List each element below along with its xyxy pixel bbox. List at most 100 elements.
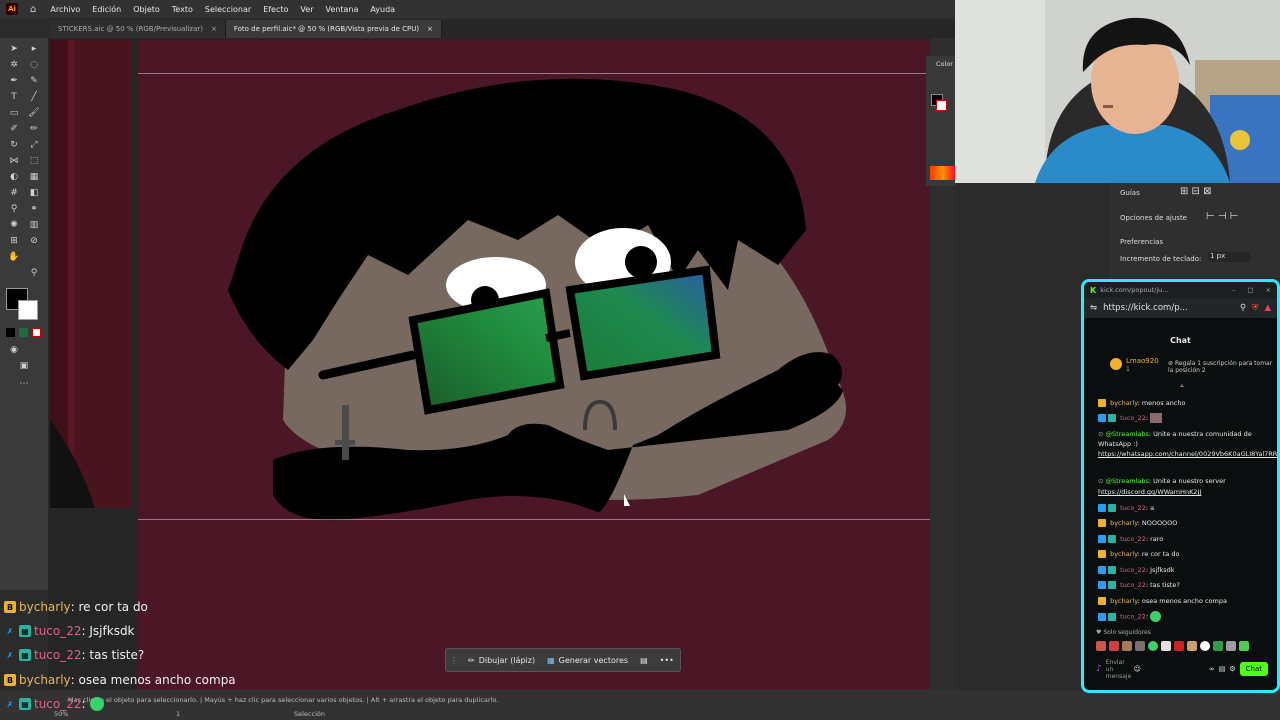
screen-mode-icon[interactable]: ▣ (18, 360, 30, 372)
emote-icon[interactable] (1187, 641, 1197, 651)
emote-icon[interactable] (1213, 641, 1223, 651)
chat-user[interactable]: tuco_22 (1120, 613, 1146, 621)
menu-seleccionar[interactable]: Seleccionar (205, 5, 251, 14)
rotate-tool-icon[interactable]: ↻ (8, 139, 20, 151)
gift-sub-prompt[interactable]: ⊛ Regala 1 suscripción para tomar la pos… (1168, 360, 1273, 374)
mic-icon[interactable]: ♪ (1096, 664, 1102, 674)
stroke-swatch[interactable] (18, 300, 38, 320)
adjacent-artboard[interactable] (50, 40, 131, 508)
chat-user[interactable]: @Streamlabs (1106, 477, 1149, 485)
snap-icons[interactable]: ⊢ ⊣ ⊢ (1206, 211, 1239, 222)
menu-edicion[interactable]: Edición (92, 5, 121, 14)
emote-icon[interactable] (1239, 641, 1249, 651)
close-icon[interactable]: × (1266, 286, 1271, 294)
url-text[interactable]: https://kick.com/p... (1103, 303, 1188, 313)
image-options-icon[interactable]: ▤ (634, 649, 654, 671)
emote-icon[interactable] (1109, 641, 1119, 651)
emote-icon[interactable] (1174, 641, 1184, 651)
selection-tool-icon[interactable]: ➤ (8, 43, 20, 55)
profile-illustration[interactable] (138, 40, 930, 690)
chat-link[interactable]: https://discord.gg/WWamHnK2JJ (1098, 487, 1268, 497)
draw-pencil-button[interactable]: ✏ Dibujar (lápiz) (462, 649, 541, 671)
curvature-tool-icon[interactable]: ✎ (28, 75, 40, 87)
paintbrush-icon[interactable]: 🖌 (28, 107, 40, 119)
color-mode-swatch-icon[interactable] (32, 328, 41, 337)
chat-user[interactable]: tuco_22 (1120, 535, 1146, 543)
maximize-icon[interactable]: □ (1247, 286, 1253, 294)
more-options-button[interactable]: ••• (654, 649, 680, 671)
chat-user[interactable]: bycharly (1110, 399, 1138, 407)
emote-icon[interactable] (1226, 641, 1236, 651)
slice-tool-icon[interactable]: ⊘ (28, 235, 40, 247)
color-spectrum[interactable] (930, 166, 956, 180)
brave-rewards-icon[interactable]: ▲ (1264, 303, 1271, 313)
store-icon[interactable]: ▤ (1219, 665, 1226, 673)
tab-foto-de-perfil[interactable]: Foto de perfil.aic* @ 50 % (RGB/Vista pr… (225, 20, 442, 38)
menu-efecto[interactable]: Efecto (263, 5, 288, 14)
settings-gear-icon[interactable]: ⚙ (1229, 665, 1235, 673)
artboard[interactable] (138, 40, 930, 690)
artboard-tool-icon[interactable]: ⊞ (8, 235, 20, 247)
brave-shield-icon[interactable]: ⛨ (1252, 303, 1258, 313)
search-icon[interactable]: ⚲ (1240, 303, 1246, 313)
menu-ayuda[interactable]: Ayuda (370, 5, 395, 14)
send-chat-button[interactable]: Chat (1239, 662, 1268, 676)
gradient-tool-icon[interactable]: ◧ (28, 187, 40, 199)
direct-selection-tool-icon[interactable]: ▸ (28, 43, 40, 55)
column-graph-icon[interactable]: ▥ (28, 219, 40, 231)
pen-tool-icon[interactable]: ✒ (8, 75, 20, 87)
perspective-grid-icon[interactable]: ▦ (28, 171, 40, 183)
emote-icon[interactable] (1122, 641, 1132, 651)
zoom-tool-icon[interactable]: ⚲ (28, 267, 40, 279)
site-settings-icon[interactable]: ⇋ (1090, 303, 1097, 313)
lasso-icon[interactable]: ◌ (28, 59, 40, 71)
hand-tool-icon[interactable]: ✋ (8, 251, 20, 263)
home-icon[interactable]: ⌂ (30, 4, 36, 15)
tab-stickers[interactable]: STICKERS.aic @ 50 % (RGB/Previsualizar) … (50, 20, 226, 38)
chat-user[interactable]: bycharly (1110, 519, 1138, 527)
minimize-icon[interactable]: – (1232, 286, 1235, 294)
free-transform-icon[interactable]: ⬚ (28, 155, 40, 167)
emote-icon[interactable] (1161, 641, 1171, 651)
chat-user[interactable]: tuco_22 (1120, 581, 1146, 589)
symbol-sprayer-icon[interactable]: ✺ (8, 219, 20, 231)
drag-handle[interactable]: ⋮ (446, 649, 462, 671)
chat-user[interactable]: bycharly (1110, 550, 1138, 558)
magic-wand-icon[interactable]: ✲ (8, 59, 20, 71)
chat-user[interactable]: tuco_22 (1120, 504, 1146, 512)
draw-mode-icon[interactable]: ◉ (8, 344, 20, 356)
chat-link[interactable]: https://whatsapp.com/channel/0029Vb6K0aG… (1098, 449, 1277, 459)
chat-input[interactable]: Enviar un mensaje (1106, 659, 1132, 680)
emoji-picker-icon[interactable]: ☺ (1134, 665, 1141, 673)
pencil-tool-icon[interactable]: ✏ (28, 123, 40, 135)
width-tool-icon[interactable]: ⋈ (8, 155, 20, 167)
generate-vectors-button[interactable]: ▦ Generar vectores (541, 649, 634, 671)
chat-user[interactable]: bycharly (1110, 597, 1138, 605)
menu-texto[interactable]: Texto (172, 5, 193, 14)
line-tool-icon[interactable]: ╱ (28, 91, 40, 103)
emote-icon[interactable] (1135, 641, 1145, 651)
menu-ventana[interactable]: Ventana (325, 5, 358, 14)
menu-ver[interactable]: Ver (300, 5, 313, 14)
emote-icon[interactable] (1148, 641, 1158, 651)
eyedropper-icon[interactable]: ⚲ (8, 203, 20, 215)
mesh-tool-icon[interactable]: # (8, 187, 20, 199)
chat-user[interactable]: @Streamlabs (1106, 430, 1149, 438)
shaper-tool-icon[interactable]: ✐ (8, 123, 20, 135)
menu-archivo[interactable]: Archivo (50, 5, 80, 14)
emote-icon[interactable] (1200, 641, 1210, 651)
type-tool-icon[interactable]: T (8, 91, 20, 103)
rectangle-tool-icon[interactable]: ▭ (8, 107, 20, 119)
chat-user[interactable]: tuco_22 (1120, 566, 1146, 574)
color-mode-none-icon[interactable] (6, 328, 15, 337)
blend-tool-icon[interactable]: ⚭ (28, 203, 40, 215)
close-icon[interactable]: × (211, 25, 217, 33)
chat-user[interactable]: tuco_22 (1120, 414, 1146, 422)
menu-objeto[interactable]: Objeto (133, 5, 160, 14)
stroke-color-swatch[interactable] (936, 100, 947, 111)
more-tools-icon[interactable]: ⋯ (18, 378, 30, 390)
emote-icon[interactable] (1096, 641, 1106, 651)
scale-tool-icon[interactable]: ⤢ (28, 139, 40, 151)
shape-builder-icon[interactable]: ◐ (8, 171, 20, 183)
color-mode-gradient-icon[interactable] (19, 328, 28, 337)
